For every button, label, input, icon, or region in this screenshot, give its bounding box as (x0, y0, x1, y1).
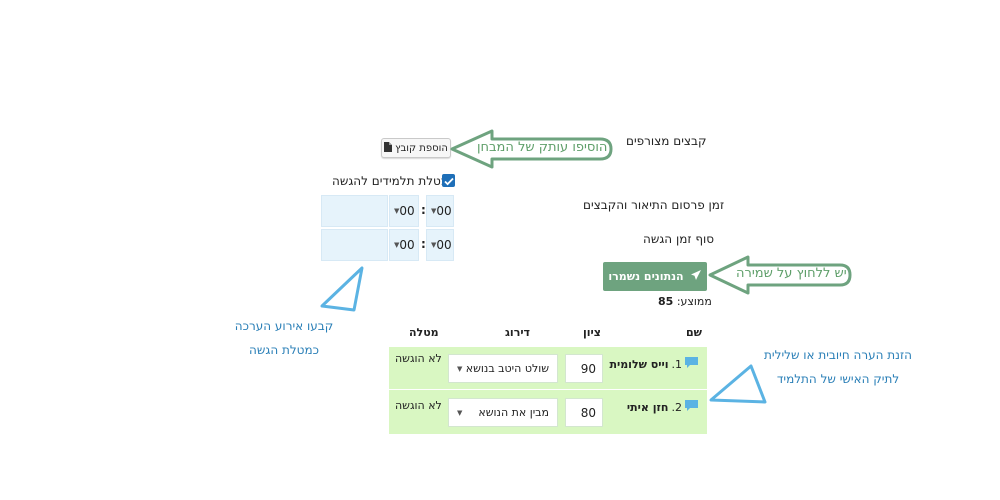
send-icon (690, 269, 702, 284)
blue-arrow-event (320, 266, 364, 312)
rubric-select[interactable]: שולט היטב בנושא ▼ (448, 354, 558, 383)
annotation-set-event: קבעו אירוע הערכה כמטלת הגשה (234, 319, 334, 357)
assignment-task-checkbox[interactable] (442, 174, 455, 187)
grade-input[interactable]: 90 (565, 354, 603, 383)
average-value: 85 (658, 295, 674, 308)
row-number: 1. (671, 357, 683, 371)
publish-date-field[interactable] (321, 195, 388, 227)
assignment-task-label: מטלת תלמידים להגשה (332, 174, 449, 188)
average-label: ממוצע: (676, 295, 712, 308)
student-name: חזן איתי (626, 400, 669, 414)
comment-icon[interactable] (685, 400, 698, 414)
header-task: מטלה (409, 326, 439, 339)
submit-end-label: סוף זמן הגשה (643, 232, 715, 246)
submit-hours-select[interactable]: ▼ 00 (426, 229, 454, 261)
attachments-label: קבצים מצורפים (626, 134, 707, 148)
average-display: ממוצע: 85 (658, 295, 712, 308)
save-button[interactable]: הנתונים נשמרו (603, 262, 707, 291)
header-rubric: דירוג (505, 326, 531, 339)
annotation-add-copy: הוסיפו עותק של המבחן (477, 140, 608, 155)
table-row: 1. וייס שלומית 90 שולט היטב בנושא ▼ לא ה… (389, 347, 707, 389)
task-status: לא הוגשה (395, 399, 442, 412)
annotation-comment: הזנת הערה חיובית או שלילית לתיק האישי של… (764, 348, 912, 386)
task-status: לא הוגשה (395, 352, 442, 365)
chevron-down-icon: ▼ (457, 408, 463, 417)
annotation-press-save: יש ללחוץ על שמירה (736, 266, 847, 281)
publish-minutes-select[interactable]: ▼ 00 (389, 195, 419, 227)
file-icon (384, 141, 393, 155)
chevron-down-icon: ▼ (457, 364, 463, 373)
table-row: 2. חזן איתי 80 מבין את הנושא ▼ לא הוגשה (389, 390, 707, 434)
checkmark-icon (443, 171, 454, 190)
rubric-select[interactable]: מבין את הנושא ▼ (448, 398, 558, 427)
add-file-button[interactable]: הוספת קובץ (381, 138, 451, 158)
row-number: 2. (671, 400, 683, 414)
add-file-label: הוספת קובץ (395, 142, 448, 154)
publish-hours-select[interactable]: ▼ 00 (426, 195, 454, 227)
submit-minutes-select[interactable]: ▼ 00 (389, 229, 419, 261)
comment-icon[interactable] (685, 357, 698, 371)
grade-input[interactable]: 80 (565, 398, 603, 427)
header-grade: ציון (583, 326, 601, 339)
header-name: שם (686, 326, 703, 339)
student-name: וייס שלומית (609, 357, 669, 371)
publish-time-label: זמן פרסום התיאור והקבצים (583, 198, 725, 212)
save-label: הנתונים נשמרו (608, 270, 684, 283)
submit-date-field[interactable] (321, 229, 388, 261)
